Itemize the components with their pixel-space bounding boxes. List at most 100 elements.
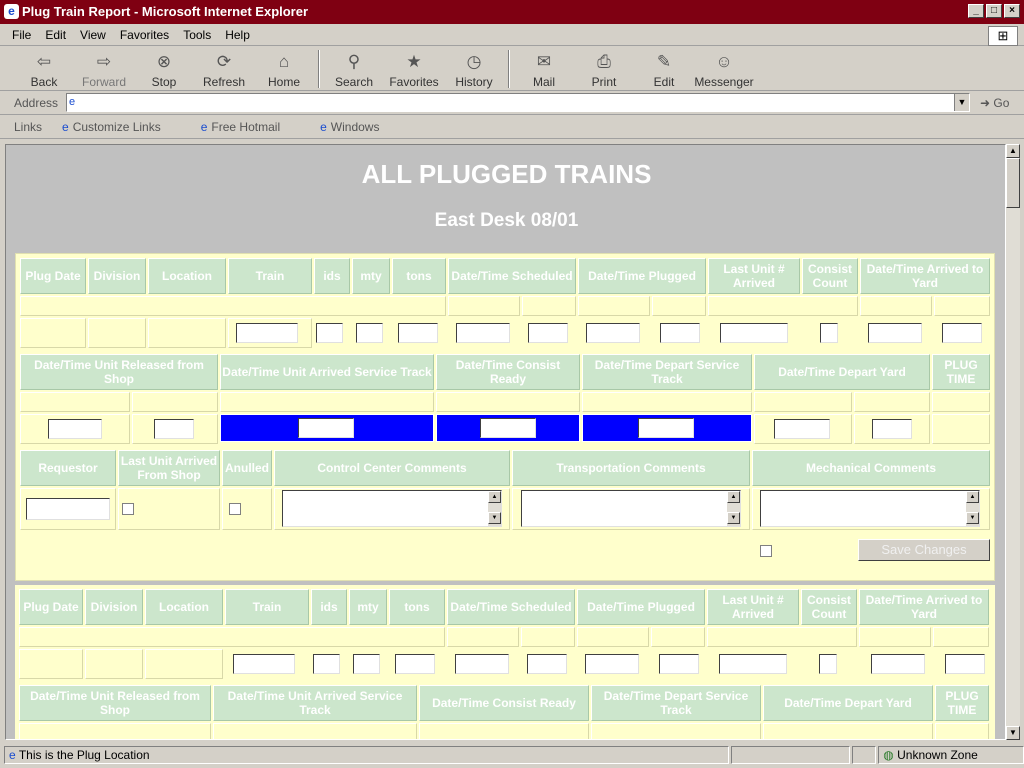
header-depart-service-track: Date/Time Depart Service Track xyxy=(582,354,752,390)
subheader-time xyxy=(933,627,989,647)
history-button[interactable]: ◷ History xyxy=(444,47,504,89)
plugged-date-input[interactable] xyxy=(585,654,639,674)
mail-icon: ✉ xyxy=(536,52,552,71)
arrived-service-track-input[interactable] xyxy=(298,418,354,438)
favorites-button[interactable]: ★ Favorites xyxy=(384,47,444,89)
link-windows[interactable]: e Windows xyxy=(320,120,399,134)
scheduled-date-input[interactable] xyxy=(456,323,510,343)
save-changes-button[interactable]: Save Changes xyxy=(858,539,990,561)
control-center-textarea[interactable]: ▲ ▼ xyxy=(282,490,502,527)
scroll-up-icon[interactable]: ▲ xyxy=(966,491,979,503)
menu-tools[interactable]: Tools xyxy=(183,28,211,42)
header-scheduled: Date/Time Scheduled xyxy=(448,258,576,294)
train-input[interactable] xyxy=(236,323,298,343)
menu-edit[interactable]: Edit xyxy=(45,28,66,42)
scrollbar-thumb[interactable] xyxy=(1006,158,1020,208)
header-arrived-yard: Date/Time Arrived to Yard xyxy=(859,589,989,625)
menu-view[interactable]: View xyxy=(80,28,106,42)
menu-help[interactable]: Help xyxy=(225,28,250,42)
print-button[interactable]: ⎙ Print xyxy=(574,47,634,89)
delete-checkbox[interactable] xyxy=(760,545,772,557)
home-button[interactable]: ⌂ Home xyxy=(254,47,314,89)
back-button[interactable]: ⇦ Back xyxy=(14,47,74,89)
plug-time-value xyxy=(932,414,990,444)
released-date-input[interactable] xyxy=(48,419,102,439)
subheader-time xyxy=(854,392,930,412)
ids-input[interactable] xyxy=(316,323,343,343)
address-input[interactable]: e ▼ xyxy=(66,93,970,112)
header-train: Train xyxy=(228,258,312,294)
ids-input[interactable] xyxy=(313,654,340,674)
close-button[interactable]: × xyxy=(1004,4,1020,18)
windows-logo-icon: ⊞ xyxy=(988,26,1018,46)
subheader-time xyxy=(132,392,218,412)
scheduled-time-input[interactable] xyxy=(527,654,567,674)
header-ids: ids xyxy=(311,589,347,625)
transportation-textarea[interactable]: ▲ ▼ xyxy=(521,490,741,527)
stop-button[interactable]: ⊗ Stop xyxy=(134,47,194,89)
refresh-button[interactable]: ⟳ Refresh xyxy=(194,47,254,89)
train-input[interactable] xyxy=(233,654,295,674)
subheader-date xyxy=(578,296,650,316)
mail-button[interactable]: ✉ Mail xyxy=(514,47,574,89)
last-unit-shop-checkbox[interactable] xyxy=(122,503,134,515)
print-icon: ⎙ xyxy=(597,52,611,71)
menu-favorites[interactable]: Favorites xyxy=(120,28,169,42)
requestor-input[interactable] xyxy=(26,498,110,520)
ie-page-icon: e xyxy=(320,119,327,134)
mechanical-textarea[interactable]: ▲ ▼ xyxy=(760,490,980,527)
status-bar: e This is the Plug Location ◍ Unknown Zo… xyxy=(0,742,1024,768)
arrived-yard-time-input[interactable] xyxy=(942,323,982,343)
depart-service-track-input[interactable] xyxy=(638,418,694,438)
edit-button[interactable]: ✎ Edit xyxy=(634,47,694,89)
scheduled-time-input[interactable] xyxy=(528,323,568,343)
forward-button[interactable]: ⇨ Forward xyxy=(74,47,134,89)
page-scrollbar[interactable]: ▲ ▼ xyxy=(1006,144,1020,740)
arrived-yard-date-input[interactable] xyxy=(871,654,925,674)
plugged-time-input[interactable] xyxy=(659,654,699,674)
plugged-date-input[interactable] xyxy=(586,323,640,343)
go-button[interactable]: ➜ Go xyxy=(980,96,1009,110)
search-button[interactable]: ⚲ Search xyxy=(324,47,384,89)
window-title-bar: e Plug Train Report - Microsoft Internet… xyxy=(0,0,1024,24)
consist-count-input[interactable] xyxy=(819,654,837,674)
header-location: Location xyxy=(145,589,223,625)
ie-page-icon: e xyxy=(69,96,76,108)
depart-yard-date-input[interactable] xyxy=(774,419,830,439)
scroll-up-icon[interactable]: ▲ xyxy=(727,491,740,503)
arrived-yard-date-input[interactable] xyxy=(868,323,922,343)
minimize-button[interactable]: _ xyxy=(968,4,984,18)
scroll-down-icon[interactable]: ▼ xyxy=(488,512,501,524)
mty-input[interactable] xyxy=(353,654,380,674)
address-dropdown-button[interactable]: ▼ xyxy=(954,94,969,111)
link-customize[interactable]: e Customize Links xyxy=(62,120,181,134)
tons-input[interactable] xyxy=(398,323,438,343)
scroll-down-icon[interactable]: ▼ xyxy=(1006,726,1020,740)
consist-count-input[interactable] xyxy=(820,323,838,343)
released-time-input[interactable] xyxy=(154,419,194,439)
scheduled-date-input[interactable] xyxy=(455,654,509,674)
anulled-checkbox[interactable] xyxy=(229,503,241,515)
subheader-date xyxy=(447,627,519,647)
header-anulled: Anulled xyxy=(222,450,272,486)
maximize-button[interactable]: □ xyxy=(986,4,1002,18)
link-hotmail[interactable]: e Free Hotmail xyxy=(201,120,300,134)
consist-ready-input[interactable] xyxy=(480,418,536,438)
last-unit-input[interactable] xyxy=(720,323,788,343)
messenger-button[interactable]: ☺ Messenger xyxy=(694,47,754,89)
plugged-time-input[interactable] xyxy=(660,323,700,343)
subheader-time xyxy=(934,296,990,316)
scroll-up-icon[interactable]: ▲ xyxy=(1006,144,1020,158)
mty-input[interactable] xyxy=(356,323,383,343)
status-panel xyxy=(852,746,877,764)
depart-yard-time-input[interactable] xyxy=(872,419,912,439)
header-consist-count: Consist Count xyxy=(802,258,858,294)
scroll-down-icon[interactable]: ▼ xyxy=(966,512,979,524)
menu-file[interactable]: File xyxy=(12,28,31,42)
last-unit-input[interactable] xyxy=(719,654,787,674)
scroll-down-icon[interactable]: ▼ xyxy=(727,512,740,524)
tons-input[interactable] xyxy=(395,654,435,674)
scroll-up-icon[interactable]: ▲ xyxy=(488,491,501,503)
arrived-yard-time-input[interactable] xyxy=(945,654,985,674)
subheader-time xyxy=(522,296,576,316)
